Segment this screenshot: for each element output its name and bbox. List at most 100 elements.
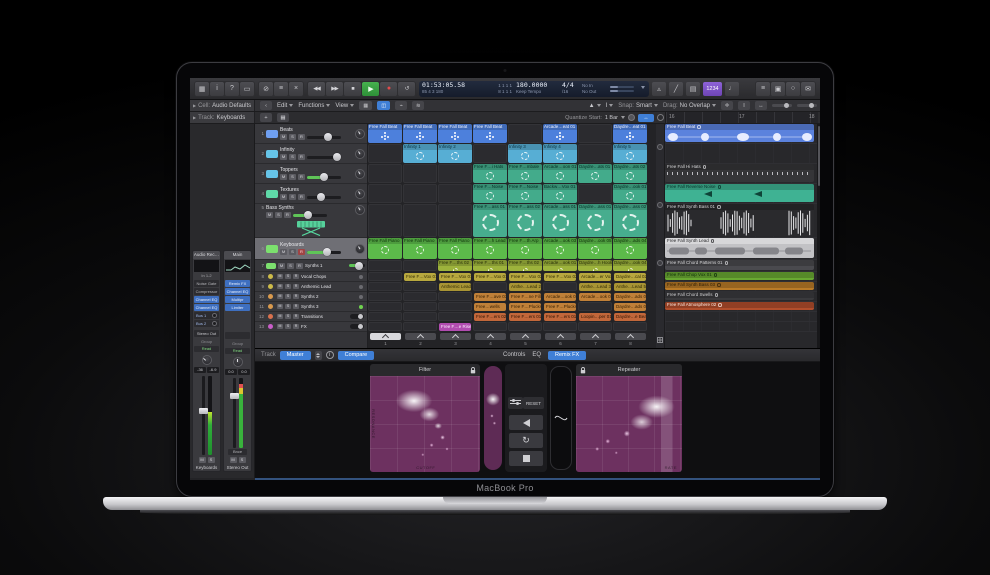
lock-icon[interactable] — [580, 367, 586, 374]
patch-setting-button[interactable]: Audio Rec… — [193, 251, 220, 259]
loop-cell-free-fall-piano-2[interactable]: Free Fall Piano — [403, 238, 437, 259]
m-button[interactable]: M — [280, 154, 287, 160]
divider-play-icon[interactable] — [657, 144, 663, 150]
empty-cell[interactable] — [473, 322, 507, 331]
loop-cell-free-fall-beat-3[interactable]: Free Fall Beat — [438, 124, 472, 143]
grid-view-button[interactable]: ▦ — [359, 101, 372, 110]
mixer-icon[interactable]: × — [289, 82, 303, 96]
volume-fader[interactable] — [307, 251, 341, 254]
r-button[interactable]: R — [284, 212, 291, 218]
empty-cell[interactable] — [403, 312, 437, 321]
r-button[interactable]: R — [293, 314, 299, 319]
region-free-fall-reverse-noise[interactable]: Free Fall Reverse Noise — [665, 184, 814, 202]
loop-cell-free-f-ths-01-4[interactable]: Free F…ths 01 — [473, 260, 507, 271]
scene-trigger-8[interactable] — [615, 333, 646, 340]
loop-cell-free-f-plucks-5[interactable]: Free F…Plucks — [508, 302, 542, 311]
empty-cell[interactable] — [403, 164, 437, 183]
loop-cell-daydre-ats-01-7[interactable]: Daydre…ats 01 — [578, 164, 612, 183]
empty-cell[interactable] — [578, 302, 612, 311]
insert-channel-eq[interactable]: Channel EQ — [194, 296, 219, 303]
volume-fader[interactable] — [307, 196, 341, 199]
empty-cell[interactable] — [543, 282, 577, 291]
pan-knob[interactable] — [233, 357, 243, 367]
m-button[interactable]: M — [277, 314, 283, 319]
loop-cell-free-f-ths-02-5[interactable]: Free F…ths 02 — [508, 260, 542, 271]
divider-play-icon[interactable] — [657, 202, 663, 208]
insert-limiter[interactable]: Limiter — [225, 304, 250, 311]
metronome-icon[interactable]: ▵ — [652, 82, 666, 96]
loop-cell-anthe-lead-3-7[interactable]: Anthe…Lead 3 — [578, 282, 612, 291]
empty-cell[interactable] — [578, 184, 612, 203]
s-button[interactable]: S — [289, 194, 296, 200]
wobble-slider[interactable] — [550, 366, 572, 470]
empty-cell[interactable] — [578, 322, 612, 331]
loop-cell-free-fall-piano-3[interactable]: Free Fall Piano — [438, 238, 472, 259]
menu-view[interactable]: View — [335, 102, 354, 109]
channel-fader[interactable] — [233, 378, 236, 448]
track-header-toppers[interactable]: 3ToppersMSR — [255, 164, 367, 184]
drag-menu[interactable]: Drag:No Overlap — [663, 102, 716, 109]
snap-menu[interactable]: Snap:Smart — [618, 102, 658, 109]
stop-button[interactable]: ■ — [344, 82, 361, 96]
volume-fader[interactable] — [349, 264, 365, 267]
track-header-keyboards[interactable]: 6KeyboardsMSR — [255, 238, 367, 260]
track-header-beats[interactable]: 1BeatsMSR — [255, 124, 367, 144]
r-button[interactable]: R — [293, 304, 299, 309]
scene-trigger-1[interactable] — [370, 333, 401, 340]
loop-cell-infinity-4-6[interactable]: Infinity 4 — [543, 144, 577, 163]
eq-thumbnail[interactable] — [194, 260, 219, 272]
loop-cell-loopin-per-01-7[interactable]: Loopin…per 01 — [578, 312, 612, 321]
tuner-icon[interactable]: ♩ — [725, 82, 739, 96]
m-button[interactable]: M — [199, 457, 206, 463]
empty-cell[interactable] — [578, 124, 612, 143]
loop-cell-arcade-ass-01-6[interactable]: Arcade…ass 01 — [543, 204, 577, 237]
empty-cell[interactable] — [438, 204, 472, 237]
empty-cell[interactable] — [508, 322, 542, 331]
loop-cell-anthemic-lead-3[interactable]: Anthemic Lead — [438, 282, 472, 291]
loop-cell-daydre-ads-01-8[interactable]: Daydre…ads 01 — [613, 302, 647, 311]
replace-icon[interactable]: ▤ — [686, 82, 700, 96]
downer-button[interactable] — [509, 451, 543, 466]
scene-trigger-6[interactable] — [545, 333, 576, 340]
empty-cell[interactable] — [403, 322, 437, 331]
loop-cell-daydre-ads-04-8[interactable]: Daydre…ads 04 — [613, 238, 647, 259]
lock-icon[interactable] — [470, 367, 476, 374]
loop-cell-anthe-lead-5-8[interactable]: Anthe…Lead 5 — [613, 282, 647, 291]
compare-button[interactable]: Compare — [338, 351, 375, 360]
channel-fader[interactable] — [202, 376, 205, 455]
scene-trigger-7[interactable] — [580, 333, 611, 340]
r-button[interactable]: R — [298, 194, 305, 200]
empty-cell[interactable] — [403, 292, 437, 301]
r-button[interactable]: R — [298, 174, 305, 180]
s-button[interactable]: S — [208, 457, 215, 463]
loop-cell-free-f-ers-02-4[interactable]: Free F…ers 02 — [473, 312, 507, 321]
volume-fader[interactable] — [293, 214, 327, 217]
empty-cell[interactable] — [438, 292, 472, 301]
output-slot[interactable]: Stereo Out — [194, 330, 219, 337]
empty-cell[interactable] — [368, 292, 402, 301]
pan-knob[interactable] — [355, 205, 365, 215]
repeater-pad-surface[interactable]: RATE — [576, 376, 682, 472]
loop-cell-daydre-e-beat-8[interactable]: Daydre…e Beat — [613, 312, 647, 321]
loop-cell-free-fall-beat-2[interactable]: Free Fall Beat — [403, 124, 437, 143]
r-button[interactable]: R — [298, 134, 305, 140]
notes-icon[interactable]: ✉ — [801, 82, 815, 96]
empty-cell[interactable] — [613, 322, 647, 331]
menu-functions[interactable]: Functions — [298, 102, 330, 109]
bounce-button[interactable]: Bnce — [228, 449, 247, 455]
volume-fader[interactable] — [307, 136, 341, 139]
empty-cell[interactable] — [368, 184, 402, 203]
loop-cell-free-f-ths-02-3[interactable]: Free F…ths 02 — [438, 260, 472, 271]
inspector-icon[interactable]: i — [210, 82, 224, 96]
s-button[interactable]: S — [285, 324, 291, 329]
m-button[interactable]: M — [280, 174, 287, 180]
pointer-tool-menu[interactable]: ▲ — [589, 102, 601, 109]
track-header-fx[interactable]: 13MSRFX — [255, 322, 367, 332]
s-button[interactable]: S — [289, 134, 296, 140]
empty-cell[interactable] — [368, 204, 402, 237]
loop-cell-free-wells-4[interactable]: Free…wells — [473, 302, 507, 311]
insert-compressor[interactable]: Compressor — [194, 288, 219, 295]
info-icon[interactable]: i — [326, 351, 334, 359]
m-button[interactable]: M — [277, 304, 283, 309]
region-free-fall-beat[interactable]: Free Fall Beat — [665, 124, 814, 142]
